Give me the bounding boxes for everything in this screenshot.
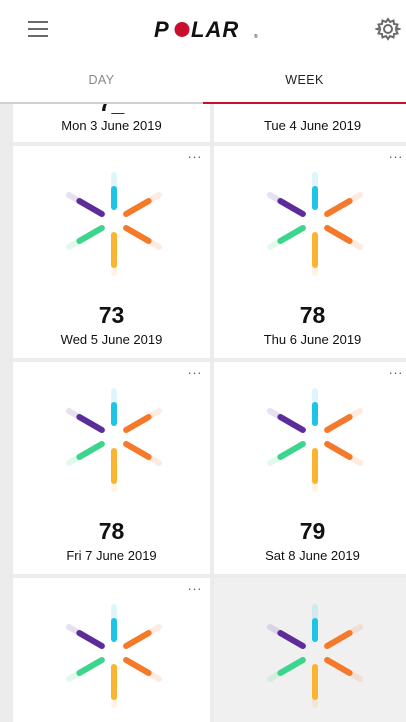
day-card-wed[interactable]: ··· 73 Wed 5 June 2019 bbox=[13, 146, 210, 358]
burst-ray bbox=[76, 657, 105, 676]
day-card-sun[interactable]: ··· bbox=[13, 578, 210, 722]
day-card-today[interactable] bbox=[214, 578, 406, 722]
day-card-sat[interactable]: ··· 79 Sat 8 June 2019 bbox=[214, 362, 406, 574]
burst-ray bbox=[277, 198, 306, 217]
gear-icon[interactable] bbox=[375, 16, 401, 42]
card-date: Sat 8 June 2019 bbox=[265, 548, 360, 563]
burst-ray bbox=[123, 198, 152, 217]
burst-ray bbox=[324, 657, 353, 676]
recovery-burst-icon bbox=[266, 604, 364, 708]
burst-ray bbox=[76, 198, 105, 217]
app-header: P LAR ® bbox=[0, 0, 406, 60]
svg-text:P: P bbox=[154, 17, 170, 42]
burst-ray bbox=[324, 225, 353, 244]
score-clipped: 7_ bbox=[13, 104, 210, 117]
recovery-burst-icon bbox=[65, 604, 163, 708]
card-date: Thu 6 June 2019 bbox=[263, 332, 362, 347]
recovery-burst-icon bbox=[65, 172, 163, 276]
burst-ray bbox=[277, 630, 306, 649]
tab-bar: DAY WEEK bbox=[0, 60, 406, 104]
card-score: 79 bbox=[299, 518, 326, 544]
burst-ray bbox=[123, 657, 152, 676]
hamburger-menu-icon[interactable] bbox=[28, 21, 48, 37]
more-options-icon[interactable]: ··· bbox=[188, 582, 203, 595]
svg-text:®: ® bbox=[254, 33, 258, 40]
burst-ray bbox=[324, 198, 353, 217]
day-card-thu[interactable]: ··· 78 Thu 6 June 2019 bbox=[214, 146, 406, 358]
more-options-icon[interactable]: ··· bbox=[389, 366, 404, 379]
card-date: Tue 4 June 2019 bbox=[263, 118, 362, 133]
recovery-burst-icon bbox=[266, 388, 364, 492]
burst-ray bbox=[277, 441, 306, 460]
burst-ray bbox=[76, 630, 105, 649]
day-card-tue[interactable]: Tue 4 June 2019 bbox=[214, 104, 406, 142]
more-options-icon[interactable]: ··· bbox=[389, 150, 404, 163]
burst-ray bbox=[324, 441, 353, 460]
burst-ray bbox=[123, 630, 152, 649]
burst-ray bbox=[76, 225, 105, 244]
card-score: 78 bbox=[98, 518, 125, 544]
more-options-icon[interactable]: ··· bbox=[188, 150, 203, 163]
burst-ray bbox=[324, 630, 353, 649]
tab-day[interactable]: DAY bbox=[0, 60, 203, 104]
burst-ray bbox=[324, 414, 353, 433]
day-card-fri[interactable]: ··· 78 Fri 7 June 2019 bbox=[13, 362, 210, 574]
recovery-burst-icon bbox=[65, 388, 163, 492]
burst-ray bbox=[123, 441, 152, 460]
burst-ray bbox=[277, 414, 306, 433]
svg-text:LAR: LAR bbox=[191, 17, 239, 42]
tab-week[interactable]: WEEK bbox=[203, 60, 406, 104]
card-date: Mon 3 June 2019 bbox=[61, 118, 162, 133]
day-card-mon[interactable]: 7_ Mon 3 June 2019 bbox=[13, 104, 210, 142]
burst-ray bbox=[277, 225, 306, 244]
polar-logo: P LAR ® bbox=[154, 17, 258, 42]
card-score: 78 bbox=[299, 302, 326, 328]
more-options-icon[interactable]: ··· bbox=[188, 366, 203, 379]
card-score: 73 bbox=[98, 302, 125, 328]
burst-ray bbox=[76, 441, 105, 460]
card-date: Wed 5 June 2019 bbox=[60, 332, 163, 347]
recovery-burst-icon bbox=[266, 172, 364, 276]
burst-ray bbox=[123, 225, 152, 244]
burst-ray bbox=[76, 414, 105, 433]
burst-ray bbox=[123, 414, 152, 433]
burst-ray bbox=[277, 657, 306, 676]
card-date: Fri 7 June 2019 bbox=[66, 548, 157, 563]
week-grid: 7_ Mon 3 June 2019 Tue 4 June 2019 ··· 7… bbox=[0, 104, 406, 722]
